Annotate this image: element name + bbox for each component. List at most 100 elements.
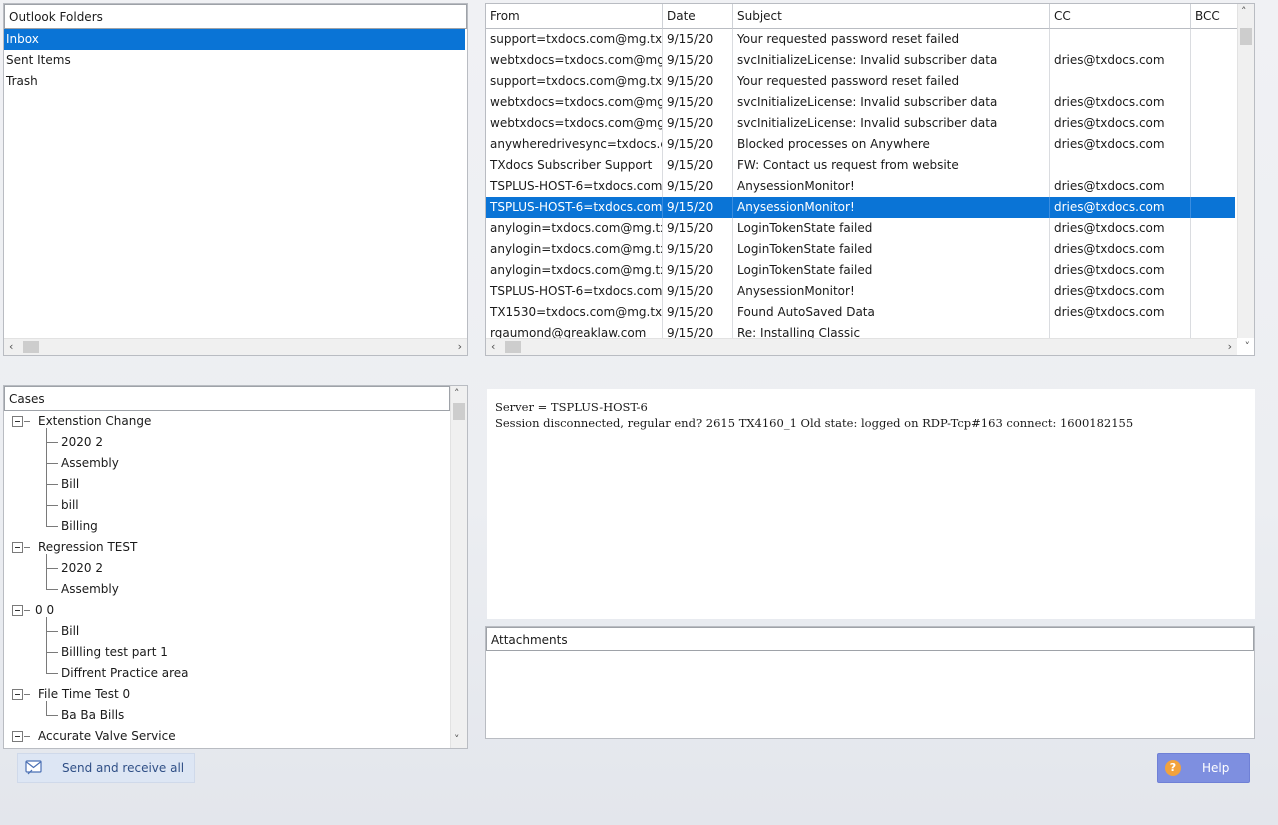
case-node[interactable]: File Time Test 0 <box>38 684 130 705</box>
send-receive-all-button[interactable]: Send and receive all <box>17 753 195 783</box>
message-row[interactable]: webtxdocs=txdocs.com@mg.txdocs.com9/15/2… <box>486 113 1238 134</box>
message-subject-cell: svcInitializeLicense: Invalid subscriber… <box>733 92 1050 113</box>
message-cc-cell <box>1050 155 1191 176</box>
message-bcc-cell <box>1191 134 1238 155</box>
case-node[interactable]: Ba Ba Bills <box>61 705 124 726</box>
folders-hscroll-thumb[interactable] <box>23 341 39 353</box>
collapse-icon[interactable] <box>12 416 23 427</box>
column-header-from[interactable]: From <box>486 4 663 29</box>
case-node[interactable]: Billling test part 1 <box>61 642 168 663</box>
message-subject-cell: Re: Installing Classic <box>733 323 1050 338</box>
message-row[interactable]: TXdocs Subscriber Support 9/15/20 FW: Cont… <box>486 155 1238 176</box>
message-from-cell: anylogin=txdocs.com@mg.txdocs.com <box>486 239 663 260</box>
message-date-cell: 9/15/20 <box>663 50 733 71</box>
folders-panel: Outlook Folders Inbox Sent Items Trash ‹ › <box>3 3 468 356</box>
message-row[interactable]: support=txdocs.com@mg.txdocs.com9/15/20Y… <box>486 29 1238 50</box>
message-row[interactable]: anylogin=txdocs.com@mg.txdocs.com9/15/20… <box>486 260 1238 281</box>
tree-connector <box>46 554 47 589</box>
message-date-cell: 9/15/20 <box>663 239 733 260</box>
folder-item[interactable]: Inbox <box>4 29 465 50</box>
message-bcc-cell <box>1191 323 1238 338</box>
case-node[interactable]: Accurate Valve Service <box>38 726 176 747</box>
column-header-cc[interactable]: CC <box>1050 4 1191 29</box>
folder-item[interactable]: Trash <box>4 71 465 92</box>
scroll-right-icon[interactable]: › <box>1228 339 1232 354</box>
preview-line: Session disconnected, regular end? 2615 … <box>495 416 1134 430</box>
message-row[interactable]: TSPLUS-HOST-6=txdocs.com@mg.txdocs.com9/… <box>486 281 1238 302</box>
case-node[interactable]: Bill <box>61 621 79 642</box>
case-node[interactable]: Billing <box>61 516 98 537</box>
message-bcc-cell <box>1191 239 1238 260</box>
case-node[interactable]: 2020 2 <box>61 558 103 579</box>
message-cc-cell: dries@txdocs.com <box>1050 92 1191 113</box>
message-from-cell: webtxdocs=txdocs.com@mg.txdocs.com <box>486 50 663 71</box>
case-node[interactable]: 0 0 <box>35 600 54 621</box>
cases-vscrollbar[interactable]: ˄ ˅ <box>450 386 467 748</box>
column-header-subject[interactable]: Subject <box>733 4 1050 29</box>
tree-connector <box>46 484 58 485</box>
case-node[interactable]: 2020 2 <box>61 432 103 453</box>
message-row[interactable]: TSPLUS-HOST-6=txdocs.com@mg.txdocs.com9/… <box>486 197 1238 218</box>
message-row[interactable]: rgaumond@greaklaw.com 9/15/20 Re: Installi… <box>486 323 1238 338</box>
case-node[interactable]: bill <box>61 495 79 516</box>
messages-header-row: From Date Subject CC BCC <box>486 4 1238 29</box>
message-row[interactable]: webtxdocs=txdocs.com@mg.txdocs.com9/15/2… <box>486 50 1238 71</box>
message-from-cell: support=txdocs.com@mg.txdocs.com <box>486 29 663 50</box>
message-from-cell: webtxdocs=txdocs.com@mg.txdocs.com <box>486 92 663 113</box>
case-node[interactable]: Regression TEST <box>38 537 137 558</box>
case-node[interactable]: Extenstion Change <box>38 411 151 432</box>
message-subject-cell: AnysessionMonitor! <box>733 176 1050 197</box>
collapse-icon[interactable] <box>12 689 23 700</box>
message-row[interactable]: anywheredrivesync=txdocs.com@mg.txdocs.c… <box>486 134 1238 155</box>
message-from-cell: TX1530=txdocs.com@mg.txdocs.com <box>486 302 663 323</box>
case-node[interactable]: Assembly <box>61 453 119 474</box>
case-node[interactable]: Bill <box>61 474 79 495</box>
messages-vscrollbar[interactable]: ˄ <box>1237 4 1254 338</box>
send-receive-label: Send and receive all <box>62 761 185 775</box>
message-row[interactable]: webtxdocs=txdocs.com@mg.txdocs.com9/15/2… <box>486 92 1238 113</box>
message-bcc-cell <box>1191 50 1238 71</box>
scroll-up-icon[interactable]: ˄ <box>1241 4 1247 19</box>
scroll-down-icon[interactable]: ˅ <box>1245 339 1251 354</box>
message-cc-cell: dries@txdocs.com <box>1050 50 1191 71</box>
scroll-down-icon[interactable]: ˅ <box>454 732 460 747</box>
scroll-up-icon[interactable]: ˄ <box>454 386 460 401</box>
message-subject-cell: Your requested password reset failed <box>733 29 1050 50</box>
message-bcc-cell <box>1191 197 1238 218</box>
message-row[interactable]: anylogin=txdocs.com@mg.txdocs.com9/15/20… <box>486 239 1238 260</box>
collapse-icon[interactable] <box>12 542 23 553</box>
message-bcc-cell <box>1191 29 1238 50</box>
message-row[interactable]: TX1530=txdocs.com@mg.txdocs.com9/15/20Fo… <box>486 302 1238 323</box>
messages-hscrollbar[interactable]: ‹ › <box>486 338 1237 355</box>
message-row[interactable]: support=txdocs.com@mg.txdocs.com9/15/20Y… <box>486 71 1238 92</box>
case-node[interactable]: Diffrent Practice area <box>61 663 189 684</box>
column-header-date[interactable]: Date <box>663 4 733 29</box>
tree-connector <box>46 631 58 632</box>
message-cc-cell: dries@txdocs.com <box>1050 260 1191 281</box>
collapse-icon[interactable] <box>12 605 23 616</box>
tree-connector <box>46 617 47 673</box>
collapse-icon[interactable] <box>12 731 23 742</box>
message-subject-cell: FW: Contact us request from website <box>733 155 1050 176</box>
cases-header-label: Cases <box>9 392 45 406</box>
message-from-cell: TSPLUS-HOST-6=txdocs.com@mg.txdocs.com <box>486 281 663 302</box>
message-subject-cell: AnysessionMonitor! <box>733 281 1050 302</box>
scroll-left-icon[interactable]: ‹ <box>9 339 13 354</box>
messages-hscroll-thumb[interactable] <box>505 341 521 353</box>
column-header-bcc[interactable]: BCC <box>1191 4 1238 29</box>
folders-hscrollbar[interactable]: ‹ › <box>4 338 467 355</box>
case-node[interactable]: Assembly <box>61 579 119 600</box>
folder-item[interactable]: Sent Items <box>4 50 465 71</box>
cases-vscroll-thumb[interactable] <box>453 403 465 420</box>
scroll-right-icon[interactable]: › <box>458 339 462 354</box>
message-subject-cell: LoginTokenState failed <box>733 260 1050 281</box>
message-row[interactable]: anylogin=txdocs.com@mg.txdocs.com9/15/20… <box>486 218 1238 239</box>
messages-vscroll-thumb[interactable] <box>1240 28 1252 45</box>
help-button[interactable]: ? Help <box>1157 753 1250 783</box>
message-bcc-cell <box>1191 155 1238 176</box>
message-row[interactable]: TSPLUS-HOST-6=txdocs.com@mg.txdocs.com9/… <box>486 176 1238 197</box>
scroll-left-icon[interactable]: ‹ <box>491 339 495 354</box>
attachments-header-label: Attachments <box>491 633 568 647</box>
message-preview: Server = TSPLUS-HOST-6 Session disconnec… <box>487 389 1255 619</box>
message-from-cell: TXdocs Subscriber Support <box>486 155 663 176</box>
